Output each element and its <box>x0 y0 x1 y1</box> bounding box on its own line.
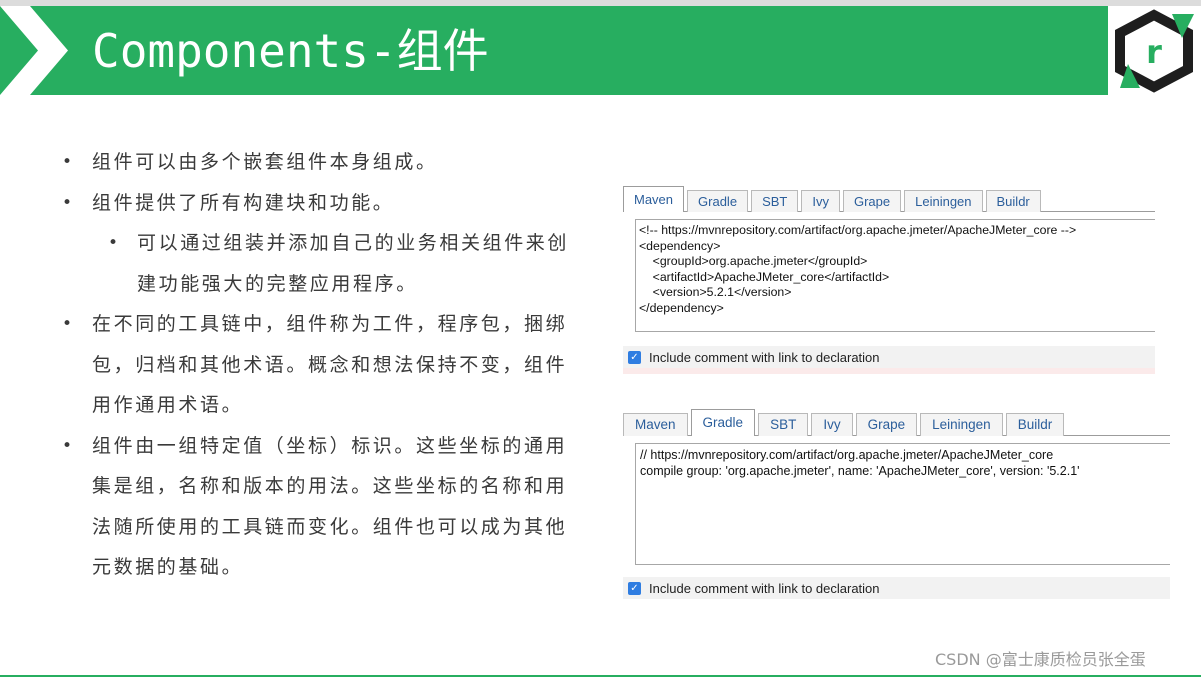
bullet-dot-icon: • <box>108 233 121 253</box>
code-line: </dependency> <box>639 300 724 315</box>
bullet-dot-icon: • <box>62 152 75 172</box>
tab-buildr[interactable]: Buildr <box>1005 413 1065 436</box>
bullet-text: 组件由一组特定值（坐标）标识。这些坐标的通用 <box>92 434 568 457</box>
bullet-text: 组件提供了所有构建块和功能。 <box>92 191 395 214</box>
code-line: <!-- https://mvnrepository.com/artifact/… <box>639 223 1077 237</box>
bullet-text: 用作通用术语。 <box>92 394 244 416</box>
tab-sbt[interactable]: SBT <box>758 413 809 436</box>
bullet-list: • 组件可以由多个嵌套组件本身组成。 • 组件提供了所有构建块和功能。 • 可以… <box>60 142 600 588</box>
bullet-text: 元数据的基础。 <box>92 556 244 578</box>
bullet-text: 包，归档和其他术语。概念和想法保持不变，组件 <box>92 353 568 376</box>
panel-bottom-strip <box>623 368 1155 374</box>
bullet-text: 可以通过组装并添加自己的业务相关组件来创 <box>137 232 570 254</box>
tab-ivy[interactable]: Ivy <box>811 413 853 436</box>
tab-gradle[interactable]: Gradle <box>690 409 756 436</box>
checkbox-checked-icon[interactable]: ✓ <box>628 581 641 595</box>
build-tool-tabs: Maven Gradle SBT Ivy Grape Leiningen Bui… <box>623 186 1044 212</box>
tab-grape[interactable]: Grape <box>855 413 918 436</box>
bullet-text: 组件可以由多个嵌套组件本身组成。 <box>92 151 438 173</box>
bullet-text: 在不同的工具链中，组件称为工件，程序包，捆绑 <box>92 313 568 335</box>
include-comment-label: Include comment with link to declaration <box>649 349 880 365</box>
tab-maven[interactable]: Maven <box>623 186 685 212</box>
bullet-item: • 组件由一组特定值（坐标）标识。这些坐标的通用 集是组，名称和版本的用法。这些… <box>60 426 600 588</box>
sub-bullet-item: • 可以通过组装并添加自己的业务相关组件来创 建功能强大的完整应用程序。 <box>60 223 600 304</box>
bullet-item: • 组件提供了所有构建块和功能。 <box>60 183 600 224</box>
bullet-item: • 组件可以由多个嵌套组件本身组成。 <box>60 142 600 183</box>
dependency-code-textarea[interactable]: // https://mvnrepository.com/artifact/or… <box>635 443 1170 565</box>
tab-gradle[interactable]: Gradle <box>687 190 749 212</box>
chevron-right-icon <box>0 6 68 95</box>
code-line: <dependency> <box>639 238 721 253</box>
checkbox-checked-icon[interactable]: ✓ <box>628 350 641 364</box>
bullet-dot-icon: • <box>62 314 75 334</box>
tab-grape[interactable]: Grape <box>842 190 902 212</box>
watermark-text: CSDN @富士康质检员张全蛋 <box>935 650 1146 669</box>
tab-leiningen[interactable]: Leiningen <box>920 413 1003 436</box>
bullet-text: 建功能强大的完整应用程序。 <box>137 272 418 295</box>
include-comment-row: ✓ Include comment with link to declarati… <box>623 346 1155 368</box>
tab-maven[interactable]: Maven <box>623 413 688 436</box>
hexagon-r-logo-icon: r <box>1115 9 1194 93</box>
maven-snippet-panel: Maven Gradle SBT Ivy Grape Leiningen Bui… <box>623 186 1155 374</box>
bullet-item: • 在不同的工具链中，组件称为工件，程序包，捆绑 包，归档和其他术语。概念和想法… <box>60 304 600 426</box>
bullet-dot-icon: • <box>62 192 75 213</box>
bullet-dot-icon: • <box>62 435 75 456</box>
code-line: <groupId>org.apache.jmeter</groupId> <box>639 254 868 268</box>
slide-title: Components-组件 <box>92 24 489 78</box>
gradle-snippet-panel: Maven Gradle SBT Ivy Grape Leiningen Bui… <box>623 409 1170 599</box>
include-comment-row: ✓ Include comment with link to declarati… <box>623 577 1170 599</box>
dependency-code-textarea[interactable]: <!-- https://mvnrepository.com/artifact/… <box>635 219 1155 332</box>
bullet-text: 集是组，名称和版本的用法。这些坐标的名称和用 <box>92 475 568 497</box>
code-line: <artifactId>ApacheJMeter_core</artifactI… <box>639 269 890 284</box>
bullet-text: 法随所使用的工具链而变化。组件也可以成为其他 <box>92 515 568 538</box>
code-line: <version>5.2.1</version> <box>639 285 792 299</box>
logo-badge: r <box>1108 6 1201 95</box>
build-tool-tabs: Maven Gradle SBT Ivy Grape Leiningen Bui… <box>623 409 1067 436</box>
code-line: // https://mvnrepository.com/artifact/or… <box>640 448 1054 462</box>
logo-letter: r <box>1146 33 1162 71</box>
tab-leiningen[interactable]: Leiningen <box>904 190 983 212</box>
tab-ivy[interactable]: Ivy <box>801 190 840 212</box>
include-comment-label: Include comment with link to declaration <box>649 580 880 596</box>
tab-sbt[interactable]: SBT <box>751 190 799 212</box>
tab-buildr[interactable]: Buildr <box>985 190 1041 212</box>
code-line: compile group: 'org.apache.jmeter', name… <box>640 463 1080 478</box>
